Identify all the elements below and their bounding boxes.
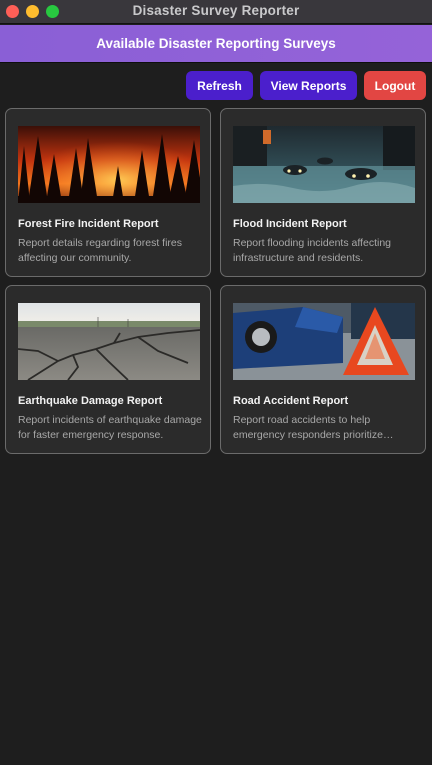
survey-card-description: Report incidents of earthquake damage fo…: [18, 414, 202, 441]
road-accident-image: [233, 303, 415, 380]
logout-button[interactable]: Logout: [364, 71, 426, 100]
survey-card-description: Report details regarding forest fires af…: [18, 237, 182, 264]
view-reports-button[interactable]: View Reports: [260, 71, 357, 100]
refresh-button[interactable]: Refresh: [186, 71, 253, 100]
survey-card-title: Forest Fire Incident Report: [18, 218, 159, 230]
survey-card-title: Road Accident Report: [233, 395, 349, 407]
survey-card-description: Report flooding incidents affecting infr…: [233, 237, 391, 264]
window-title: Disaster Survey Reporter: [132, 3, 300, 18]
survey-card-title: Flood Incident Report: [233, 218, 347, 230]
survey-card-description: Report road accidents to help emergency …: [233, 414, 383, 441]
survey-card-title: Earthquake Damage Report: [18, 395, 163, 407]
window-titlebar: Disaster Survey Reporter: [0, 0, 432, 24]
earthquake-image: [18, 303, 200, 380]
page-header: Available Disaster Reporting Surveys: [0, 25, 432, 63]
flood-image: [233, 126, 415, 203]
survey-card-flood[interactable]: Flood Incident Report Report flooding in…: [220, 108, 426, 277]
page-title: Available Disaster Reporting Surveys: [96, 36, 336, 51]
survey-card-earthquake[interactable]: Earthquake Damage Report Report incident…: [5, 285, 211, 454]
survey-card-forest-fire[interactable]: Forest Fire Incident Report Report detai…: [5, 108, 211, 277]
survey-card-road-accident[interactable]: Road Accident Report Report road acciden…: [220, 285, 426, 454]
forest-fire-image: [18, 126, 200, 203]
